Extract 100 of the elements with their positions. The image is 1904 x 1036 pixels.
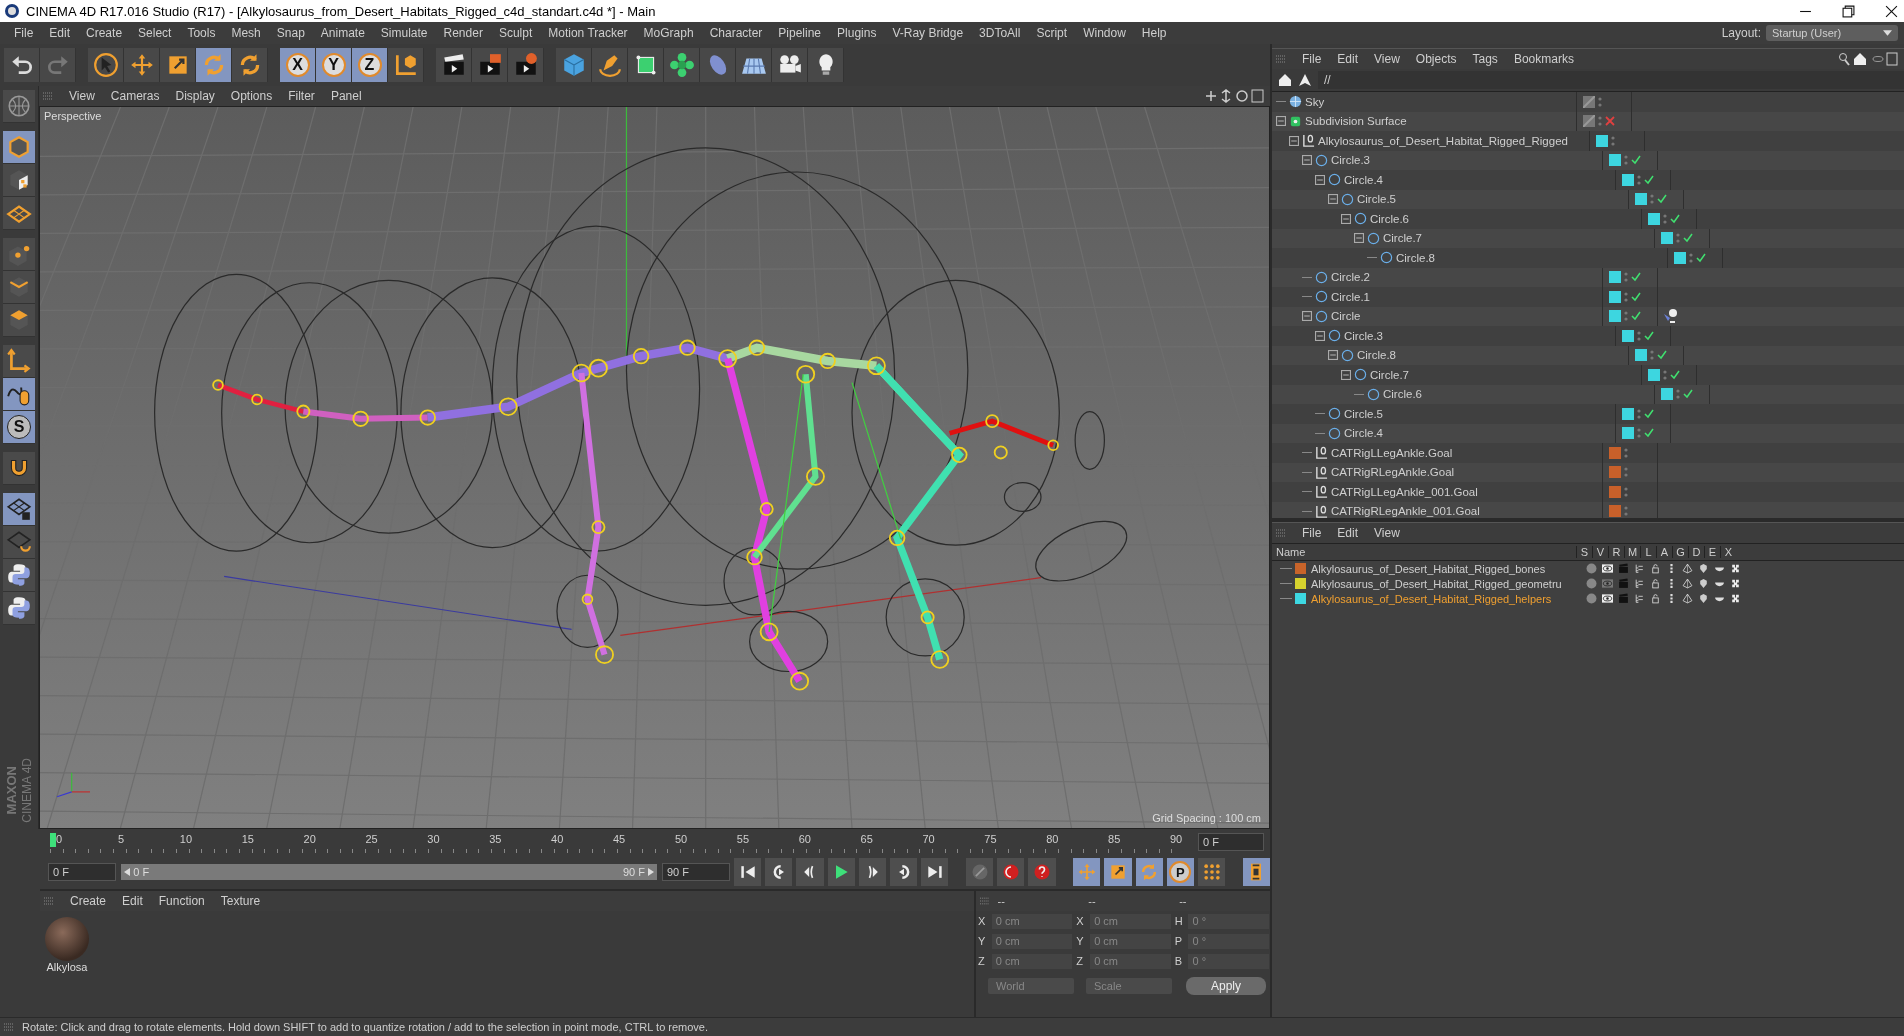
toolbar-button[interactable] xyxy=(3,131,35,164)
menu-item[interactable]: Script xyxy=(1028,26,1076,40)
object-name[interactable]: CATRigLLegAnkle.Goal xyxy=(1331,446,1453,459)
menu-item[interactable]: File xyxy=(6,26,42,40)
layer-color-swatch[interactable] xyxy=(1622,407,1634,420)
check-icon[interactable] xyxy=(1644,330,1654,341)
layer-color-swatch[interactable] xyxy=(1295,593,1306,604)
menu-item[interactable]: File xyxy=(1294,52,1330,66)
layer-color-swatch[interactable] xyxy=(1609,485,1621,498)
layer-color-swatch[interactable] xyxy=(1622,173,1634,186)
check-icon[interactable] xyxy=(1670,213,1680,224)
solo-dot-icon[interactable] xyxy=(1585,578,1597,589)
menu-item[interactable]: Render xyxy=(435,26,491,40)
menu-item[interactable]: Function xyxy=(150,894,213,908)
check-icon[interactable] xyxy=(1683,389,1693,400)
menu-item[interactable]: Help xyxy=(1133,26,1175,40)
layer-color-swatch[interactable] xyxy=(1295,578,1306,589)
arrow-right-icon[interactable] xyxy=(647,868,654,876)
object-name[interactable]: Circle.3 xyxy=(1331,154,1370,167)
object-name[interactable]: Circle.7 xyxy=(1370,368,1409,381)
transport-button[interactable] xyxy=(765,858,793,886)
object-name[interactable]: Circle.2 xyxy=(1331,271,1370,284)
menu-item[interactable]: Tools xyxy=(179,26,224,40)
layer-color-swatch[interactable] xyxy=(1609,310,1621,323)
arrow-left-icon[interactable] xyxy=(124,868,131,876)
object-name[interactable]: CATRigLLegAnkle_001.Goal xyxy=(1331,485,1478,498)
toolbar-button[interactable] xyxy=(3,304,35,337)
object-name[interactable]: Circle.3 xyxy=(1344,329,1383,342)
transport-button[interactable] xyxy=(890,858,918,886)
menu-item[interactable]: View xyxy=(1366,52,1408,66)
current-frame-field[interactable]: 0 F xyxy=(1198,833,1264,851)
toolbar-button[interactable] xyxy=(232,48,268,82)
toolbar-button[interactable] xyxy=(772,48,808,82)
object-name[interactable]: Circle.6 xyxy=(1370,212,1409,225)
menu-item[interactable]: Motion Tracker xyxy=(540,26,636,40)
column-header[interactable]: S xyxy=(1576,546,1592,558)
layer-color-swatch[interactable] xyxy=(1648,212,1660,225)
object-name[interactable]: Circle.1 xyxy=(1331,290,1370,303)
menu-item[interactable]: Sculpt xyxy=(490,26,541,40)
collapse-toggle-icon[interactable] xyxy=(1315,330,1325,341)
column-header[interactable]: A xyxy=(1656,546,1672,558)
navigate-up-icon[interactable] xyxy=(1298,73,1312,87)
snap-toggle[interactable]: S xyxy=(3,411,35,444)
collapse-toggle-icon[interactable] xyxy=(1354,233,1364,244)
toolbar-button[interactable] xyxy=(436,48,472,82)
menu-item[interactable]: Edit xyxy=(114,894,151,908)
menu-item[interactable]: MoGraph xyxy=(635,26,702,40)
object-name[interactable]: Circle.5 xyxy=(1357,193,1396,206)
layer-color-swatch[interactable] xyxy=(1609,271,1621,284)
transport-button[interactable] xyxy=(734,858,762,886)
object-name[interactable]: Circle.6 xyxy=(1383,388,1422,401)
menu-item[interactable]: Options xyxy=(222,89,281,103)
toolbar-button[interactable] xyxy=(808,48,844,82)
column-header[interactable]: L xyxy=(1640,546,1656,558)
object-name[interactable]: Circle xyxy=(1331,310,1361,323)
menu-item[interactable]: Display xyxy=(167,89,223,103)
toolbar-button[interactable] xyxy=(3,197,35,230)
check-icon[interactable] xyxy=(1644,408,1654,419)
menu-item[interactable]: V-Ray Bridge xyxy=(884,26,972,40)
timeline-ruler[interactable]: 0 5 10 15 20 25 30 35 40 45 50 55 60 65 70 75 80 85 90 xyxy=(50,831,1184,853)
collapse-toggle-icon[interactable] xyxy=(1276,116,1286,127)
menu-item[interactable]: Animate xyxy=(312,26,373,40)
menu-item[interactable]: Tags xyxy=(1464,52,1506,66)
menu-item[interactable]: Edit xyxy=(1329,52,1367,66)
menu-item[interactable]: 3DToAll xyxy=(971,26,1029,40)
manager-icon[interactable] xyxy=(1633,563,1645,574)
layer-color-swatch[interactable] xyxy=(1622,329,1634,342)
toolbar-button[interactable] xyxy=(3,452,35,485)
column-header[interactable]: Name xyxy=(1272,546,1576,558)
transport-button[interactable] xyxy=(1197,858,1226,886)
manager-icon[interactable] xyxy=(1633,593,1645,604)
layer-color-swatch[interactable] xyxy=(1609,154,1621,167)
menu-item[interactable]: View xyxy=(1366,526,1408,540)
manager-icon[interactable] xyxy=(1633,578,1645,589)
manager-tools-icon[interactable] xyxy=(1838,52,1898,66)
toolbar-button[interactable] xyxy=(3,559,35,592)
menu-item[interactable]: Create xyxy=(78,26,131,40)
layer-name[interactable]: Alkylosaurus_of_Desert_Habitat_Rigged_bones xyxy=(1311,562,1583,575)
collapse-toggle-icon[interactable] xyxy=(1328,194,1338,205)
generator-icon[interactable] xyxy=(1681,593,1693,604)
collapse-toggle-icon[interactable] xyxy=(1328,350,1338,361)
check-icon[interactable] xyxy=(1644,174,1654,185)
menu-item[interactable]: Texture xyxy=(212,894,269,908)
layer-color-swatch[interactable] xyxy=(1648,368,1660,381)
lock-icon[interactable] xyxy=(1649,593,1661,604)
xref-icon[interactable] xyxy=(1729,593,1741,604)
menu-item[interactable]: Plugins xyxy=(829,26,885,40)
xref-icon[interactable] xyxy=(1729,578,1741,589)
toolbar-button[interactable] xyxy=(124,48,160,82)
deformer-icon[interactable] xyxy=(1697,593,1709,604)
toolbar-button[interactable] xyxy=(88,48,124,82)
layer-color-swatch[interactable] xyxy=(1295,563,1306,574)
menu-item[interactable]: Snap xyxy=(268,26,313,40)
x-axis-toggle[interactable]: X xyxy=(280,48,316,82)
layer-color-swatch[interactable] xyxy=(1609,466,1621,479)
collapse-toggle-icon[interactable] xyxy=(1341,369,1351,380)
start-frame-field[interactable]: 0 F xyxy=(48,863,117,881)
layer-name[interactable]: Alkylosaurus_of_Desert_Habitat_Rigged_helpers xyxy=(1311,592,1583,605)
object-name[interactable]: CATRigRLegAnkle.Goal xyxy=(1331,466,1455,479)
menu-item[interactable]: Filter xyxy=(280,89,323,103)
